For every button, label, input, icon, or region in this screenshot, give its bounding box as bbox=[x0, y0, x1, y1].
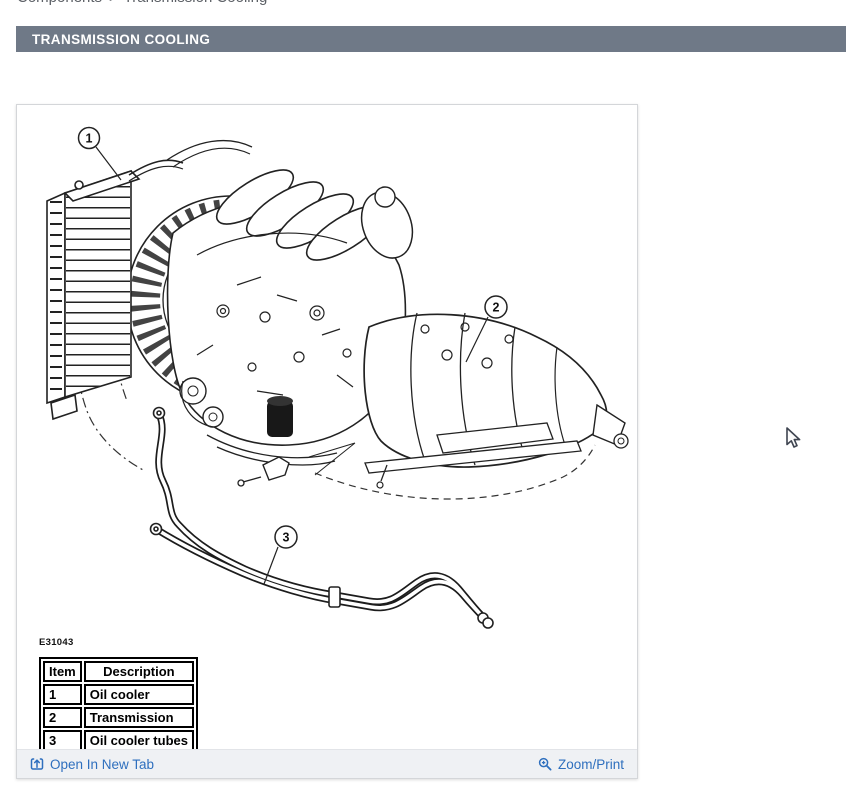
engine-diagram: 1 2 3 E31043 bbox=[17, 105, 637, 751]
breadcrumb: Components > Transmission Cooling bbox=[17, 0, 267, 6]
legend-header-row: Item Description bbox=[43, 661, 194, 682]
mouse-cursor bbox=[785, 427, 807, 451]
legend-table: Item Description 1 Oil cooler 2 Transmis… bbox=[39, 657, 198, 755]
callout-1: 1 bbox=[86, 132, 93, 146]
callout-2: 2 bbox=[493, 301, 500, 315]
legend-item-number: 2 bbox=[43, 707, 82, 728]
open-in-new-tab-label: Open In New Tab bbox=[50, 757, 154, 772]
radiator bbox=[47, 160, 183, 419]
figure-panel: 1 2 3 E31043 Item Description 1 Oil cool… bbox=[16, 104, 638, 779]
open-in-new-tab-link[interactable]: Open In New Tab bbox=[30, 757, 154, 772]
transmission bbox=[364, 313, 628, 488]
callout-3: 3 bbox=[283, 531, 290, 545]
figure-code: E31043 bbox=[39, 637, 74, 648]
legend-item-number: 1 bbox=[43, 684, 82, 705]
legend-item-number: 3 bbox=[43, 730, 82, 751]
legend-row: 3 Oil cooler tubes bbox=[43, 730, 194, 751]
breadcrumb-item-components[interactable]: Components bbox=[17, 0, 102, 6]
zoom-print-link[interactable]: Zoom/Print bbox=[538, 757, 624, 772]
page-title: TRANSMISSION COOLING bbox=[16, 32, 210, 47]
legend-header-description: Description bbox=[84, 661, 194, 682]
figure-footer: Open In New Tab Zoom/Print bbox=[17, 749, 637, 778]
breadcrumb-item-current[interactable]: Transmission Cooling bbox=[124, 0, 268, 6]
open-in-new-tab-icon bbox=[30, 757, 44, 771]
breadcrumb-separator: > bbox=[109, 0, 117, 5]
legend-header-item: Item bbox=[43, 661, 82, 682]
legend-row: 1 Oil cooler bbox=[43, 684, 194, 705]
zoom-plus-icon bbox=[538, 757, 552, 771]
section-header-bar: TRANSMISSION COOLING bbox=[16, 26, 846, 52]
legend-row: 2 Transmission bbox=[43, 707, 194, 728]
legend-item-description: Oil cooler bbox=[84, 684, 194, 705]
legend-item-description: Transmission bbox=[84, 707, 194, 728]
zoom-print-label: Zoom/Print bbox=[558, 757, 624, 772]
legend-item-description: Oil cooler tubes bbox=[84, 730, 194, 751]
